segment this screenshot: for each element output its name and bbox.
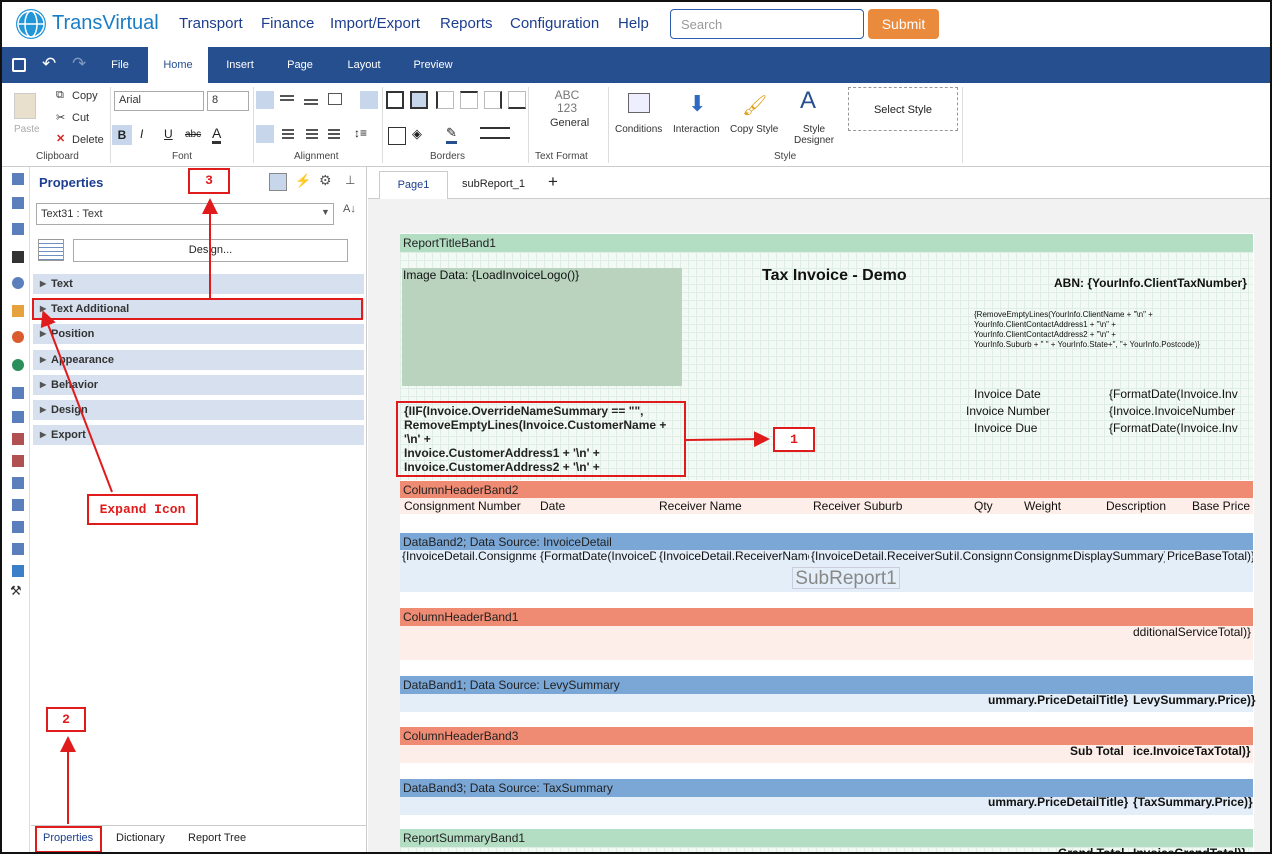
annotation-arrows: [40, 198, 770, 824]
arrow-to-expand-icon: [40, 310, 113, 493]
arrow-to-1: [685, 431, 770, 448]
